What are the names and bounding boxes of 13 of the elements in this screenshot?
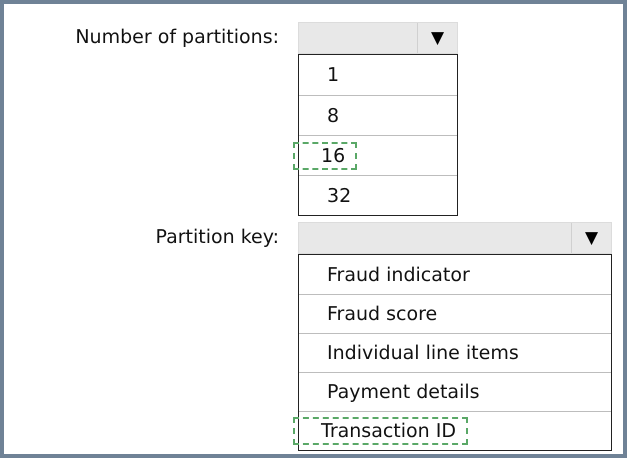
dropdown-option[interactable]: Fraud indicator: [321, 260, 482, 288]
field-label: Number of partitions:: [74, 25, 279, 48]
dropdown-option[interactable]: 32: [321, 182, 364, 210]
dropdown-option[interactable]: Fraud score: [321, 300, 450, 328]
dropdown[interactable]: ▼: [298, 22, 458, 54]
dropdown-option[interactable]: 16: [293, 142, 358, 170]
dropdown-option[interactable]: 8: [321, 102, 352, 130]
dropdown-option[interactable]: Payment details: [321, 378, 492, 406]
dropdown-option[interactable]: 1: [321, 61, 352, 89]
dropdown-option[interactable]: Transaction ID: [293, 417, 468, 445]
field-label: Partition key:: [154, 225, 279, 248]
dropdown[interactable]: ▼: [298, 222, 612, 254]
dropdown-option[interactable]: Individual line items: [321, 339, 531, 367]
